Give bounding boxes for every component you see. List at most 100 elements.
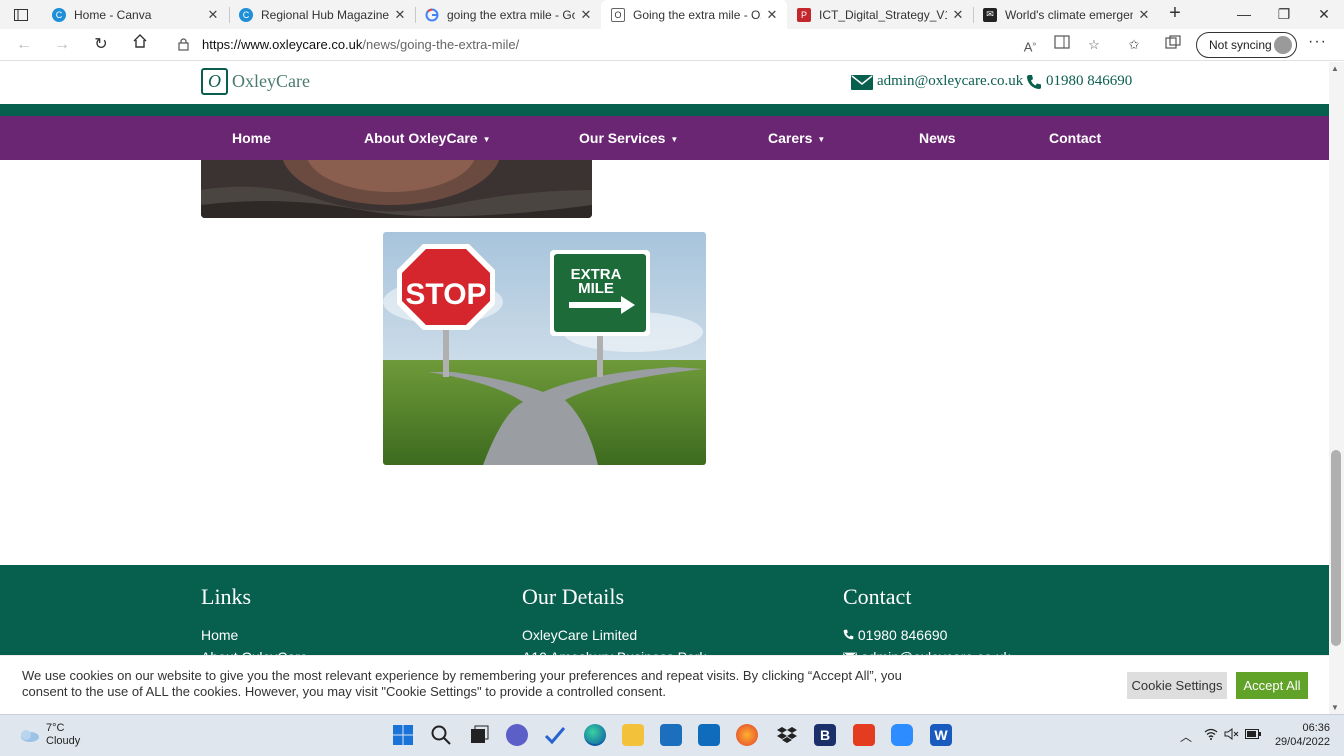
scroll-up-icon[interactable]: ▲ xyxy=(1331,64,1339,73)
tab-climate-emergency[interactable]: ✉ World's climate emergency ✕ xyxy=(973,0,1159,29)
nav-services[interactable]: Our Services ▼ xyxy=(579,116,678,160)
caret-down-icon: ▼ xyxy=(817,135,826,144)
footer-phone[interactable]: 01980 846690 xyxy=(843,627,947,643)
restore-icon[interactable]: ❐ xyxy=(1264,0,1304,29)
site-header: O OxleyCare admin@oxleycare.co.uk 01980 … xyxy=(0,62,1329,104)
close-tab-icon[interactable]: ✕ xyxy=(206,7,220,23)
app-available-icon[interactable] xyxy=(1052,35,1072,55)
refresh-icon[interactable]: ↻ xyxy=(89,33,113,57)
tab-ict-strategy[interactable]: P ICT_Digital_Strategy_V1_0.p ✕ xyxy=(787,0,973,29)
close-tab-icon[interactable]: ✕ xyxy=(1137,7,1151,23)
phone-icon xyxy=(843,629,854,640)
close-tab-icon[interactable]: ✕ xyxy=(393,7,407,23)
header-phone-link[interactable]: 01980 846690 xyxy=(1026,73,1132,90)
close-tab-icon[interactable]: ✕ xyxy=(579,7,593,23)
sign-mile-text: MILE xyxy=(578,280,614,297)
footer-company-name: OxleyCare Limited xyxy=(522,627,638,643)
windows-taskbar: 7°C Cloudy B W ︿ 06:36 29/04/2022 xyxy=(0,714,1344,756)
site-favicon-icon: ✉ xyxy=(983,7,997,22)
close-tab-icon[interactable]: ✕ xyxy=(765,7,779,23)
forward-icon[interactable]: → xyxy=(50,33,74,57)
weather-widget[interactable]: 7°C Cloudy xyxy=(18,722,80,748)
start-icon[interactable] xyxy=(392,724,414,746)
canva-favicon-icon: C xyxy=(52,7,66,22)
footer-links-heading: Links xyxy=(201,584,252,609)
logo-mark: O xyxy=(201,68,228,95)
article-photo xyxy=(201,160,592,218)
tab-regional-hub[interactable]: C Regional Hub Magazine issu ✕ xyxy=(229,0,415,29)
todo-icon[interactable] xyxy=(544,724,566,746)
caret-down-icon: ▼ xyxy=(670,135,679,144)
read-aloud-icon[interactable]: A» xyxy=(1020,35,1040,55)
nav-news[interactable]: News xyxy=(919,116,956,160)
new-tab-icon[interactable]: + xyxy=(1164,3,1186,25)
back-icon[interactable]: ← xyxy=(12,33,36,57)
footer-details-heading: Our Details xyxy=(522,584,625,609)
envelope-icon xyxy=(851,74,873,90)
main-navigation: Home About OxleyCare ▼ Our Services ▼ Care… xyxy=(0,116,1329,160)
pdf-favicon-icon: P xyxy=(797,7,811,22)
mail-icon[interactable] xyxy=(698,724,720,746)
cookie-message: We use cookies on our website to give yo… xyxy=(22,668,902,699)
file-explorer-icon[interactable] xyxy=(622,724,644,746)
screen: C Home - Canva ✕ C Regional Hub Magazine… xyxy=(0,0,1344,756)
close-window-icon[interactable]: ✕ xyxy=(1304,0,1344,29)
tab-actions-icon[interactable] xyxy=(8,5,34,25)
volume-muted-icon[interactable] xyxy=(1224,728,1240,743)
lock-icon[interactable] xyxy=(178,38,189,56)
close-tab-icon[interactable]: ✕ xyxy=(951,7,965,23)
google-favicon-icon xyxy=(425,8,439,22)
wifi-icon[interactable] xyxy=(1204,728,1218,743)
profile-sync-button[interactable]: Not syncing xyxy=(1196,32,1297,58)
cookie-settings-button[interactable]: Cookie Settings xyxy=(1127,672,1227,699)
nav-about[interactable]: About OxleyCare ▼ xyxy=(364,116,491,160)
office-icon[interactable] xyxy=(853,724,875,746)
scrollbar-thumb[interactable] xyxy=(1331,450,1341,646)
nav-contact[interactable]: Contact xyxy=(1049,116,1101,160)
add-favorite-icon[interactable]: ☆ xyxy=(1084,35,1104,55)
battery-icon[interactable] xyxy=(1245,728,1261,742)
tab-canva[interactable]: C Home - Canva ✕ xyxy=(42,0,228,29)
collections-icon[interactable] xyxy=(1163,35,1183,55)
cookie-banner: We use cookies on our website to give yo… xyxy=(0,655,1329,714)
web-page: O OxleyCare admin@oxleycare.co.uk 01980 … xyxy=(0,62,1329,714)
favorites-icon[interactable]: ✩ xyxy=(1124,35,1144,55)
word-icon[interactable]: W xyxy=(930,724,952,746)
bookings-icon[interactable]: B xyxy=(814,724,836,746)
nav-home[interactable]: Home xyxy=(232,116,271,160)
nav-carers[interactable]: Carers ▼ xyxy=(768,116,825,160)
accept-all-button[interactable]: Accept All xyxy=(1236,672,1308,699)
avatar xyxy=(1274,36,1292,54)
edge-icon[interactable] xyxy=(584,724,606,746)
footer-link-home[interactable]: Home xyxy=(201,627,238,643)
page-favicon-icon: O xyxy=(611,7,625,22)
scroll-down-icon[interactable]: ▼ xyxy=(1331,703,1339,712)
url-text: https://www.oxleycare.co.uk/news/going-t… xyxy=(202,37,520,52)
home-icon[interactable] xyxy=(128,33,152,57)
firefox-icon[interactable] xyxy=(736,724,758,746)
footer-contact-heading: Contact xyxy=(843,584,912,609)
zoom-icon[interactable] xyxy=(891,724,913,746)
header-email-link[interactable]: admin@oxleycare.co.uk xyxy=(851,73,1023,90)
dropbox-icon[interactable] xyxy=(776,724,798,746)
chat-icon[interactable] xyxy=(506,724,528,746)
stop-sign-text: STOP xyxy=(405,278,486,311)
logo-text: OxleyCare xyxy=(232,71,310,91)
store-icon[interactable] xyxy=(660,724,682,746)
site-logo[interactable]: O OxleyCare xyxy=(201,68,310,95)
browser-tab-bar: C Home - Canva ✕ C Regional Hub Magazine… xyxy=(0,0,1344,29)
url-bar[interactable]: https://www.oxleycare.co.uk/news/going-t… xyxy=(166,32,1110,58)
cloud-icon xyxy=(21,730,39,742)
phone-icon xyxy=(1027,74,1041,89)
task-view-icon[interactable] xyxy=(468,724,490,746)
system-clock[interactable]: 06:36 29/04/2022 xyxy=(1268,721,1330,749)
search-icon[interactable] xyxy=(430,724,452,746)
tab-going-extra-mile[interactable]: O Going the extra mile - Oxley ✕ xyxy=(601,0,787,29)
canva-favicon-icon: C xyxy=(239,7,253,22)
tab-google-search[interactable]: going the extra mile - Goog ✕ xyxy=(415,0,601,29)
more-menu-icon[interactable]: ··· xyxy=(1308,33,1327,51)
minimize-icon[interactable]: — xyxy=(1224,0,1264,29)
show-hidden-icons-icon[interactable]: ︿ xyxy=(1180,728,1192,745)
stop-extra-mile-image: STOP EXTRA MILE xyxy=(383,232,706,465)
address-toolbar: ← → ↻ https://www.oxleycare.co.uk/news/g… xyxy=(0,29,1344,61)
